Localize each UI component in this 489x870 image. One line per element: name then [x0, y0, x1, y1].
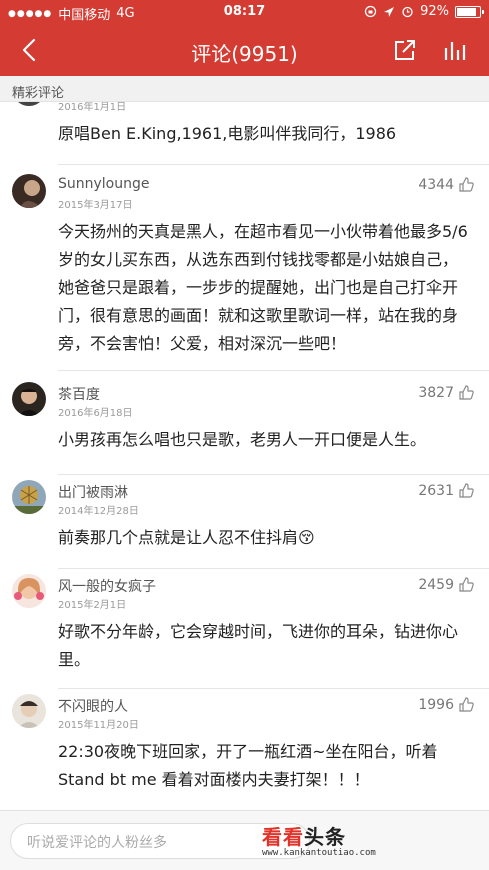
battery-percent: 92%: [420, 4, 449, 19]
comment-text: 好歌不分年龄，它会穿越时间，飞进你的耳朵，钻进你心里。: [58, 622, 459, 669]
comment-date: 2015年3月17日: [58, 200, 133, 211]
like-button[interactable]: 2631: [418, 482, 475, 499]
like-count: 3827: [418, 384, 454, 401]
divider: [58, 688, 489, 689]
like-button[interactable]: 3827: [418, 384, 475, 401]
avatar[interactable]: [12, 694, 46, 728]
comment-date: 2016年1月1日: [58, 102, 127, 113]
like-count: 4344: [418, 176, 454, 193]
thumbs-up-icon: [459, 483, 474, 498]
alarm-icon: [402, 6, 413, 18]
divider: [58, 568, 489, 569]
comment-list[interactable]: 2016年1月1日 原唱Ben E.King,1961,电影叫伴我同行，1986…: [0, 102, 489, 810]
avatar[interactable]: [12, 480, 46, 514]
comment-username[interactable]: 出门被雨淋: [58, 482, 128, 502]
bar-chart-icon[interactable]: [441, 36, 469, 64]
divider: [58, 164, 489, 165]
thumbs-up-icon: [459, 177, 474, 192]
battery-fill: [457, 7, 476, 16]
like-button[interactable]: 1996: [418, 696, 475, 713]
like-button[interactable]: 4344: [418, 176, 475, 193]
comment-input-bar: 听说爱评论的人粉丝多 看看头条 www.kankantoutiao.com: [0, 810, 489, 870]
status-bar: ●●●●● 中国移动 4G 08:17 92%: [0, 0, 489, 24]
watermark-logo: 看看头条: [262, 825, 346, 849]
like-count: 2459: [418, 576, 454, 593]
like-count: 1996: [418, 696, 454, 713]
comment-text: 前奏那几个点就是让人忍不住抖肩😚: [58, 528, 315, 547]
avatar[interactable]: [12, 574, 46, 608]
comment-text: 22:30夜晚下班回家，开了一瓶红酒~坐在阳台，听着Stand bt me 看着…: [58, 742, 438, 789]
navigation-bar: 评论(9951): [0, 24, 489, 76]
avatar[interactable]: [12, 102, 46, 106]
top-header: ●●●●● 中国移动 4G 08:17 92% 评论(9951): [0, 0, 489, 76]
like-button[interactable]: 2459: [418, 576, 475, 593]
comment-text: 今天扬州的天真是黑人，在超市看见一小伙带着他最多5/6岁的女儿买东西，从选东西到…: [58, 222, 468, 353]
comment-date: 2015年2月1日: [58, 600, 127, 611]
watermark: 看看头条 www.kankantoutiao.com: [262, 821, 376, 858]
watermark-url: www.kankantoutiao.com: [262, 848, 376, 858]
comment-text: 小男孩再怎么唱也只是歌，老男人一开口便是人生。: [58, 430, 427, 449]
comment-username[interactable]: 风一般的女疯子: [58, 576, 156, 596]
battery-icon: [455, 5, 484, 18]
thumbs-up-icon: [459, 577, 474, 592]
comment-text: 原唱Ben E.King,1961,电影叫伴我同行，1986: [58, 124, 397, 143]
divider: [58, 370, 489, 371]
divider: [58, 474, 489, 475]
avatar[interactable]: [12, 174, 46, 208]
share-icon[interactable]: [391, 36, 419, 64]
location-icon: [384, 6, 395, 17]
like-count: 2631: [418, 482, 454, 499]
lock-rotation-icon: [364, 5, 377, 18]
avatar[interactable]: [12, 382, 46, 416]
comment-date: 2016年6月18日: [58, 408, 133, 419]
thumbs-up-icon: [459, 385, 474, 400]
comment-username[interactable]: 茶百度: [58, 384, 100, 404]
thumbs-up-icon: [459, 697, 474, 712]
comment-username[interactable]: 不闪眼的人: [58, 696, 128, 716]
comment-date: 2014年12月28日: [58, 506, 139, 517]
comment-date: 2015年11月20日: [58, 720, 139, 731]
comment-username[interactable]: Sunnylounge: [58, 176, 150, 192]
section-header: 精彩评论: [0, 76, 489, 102]
